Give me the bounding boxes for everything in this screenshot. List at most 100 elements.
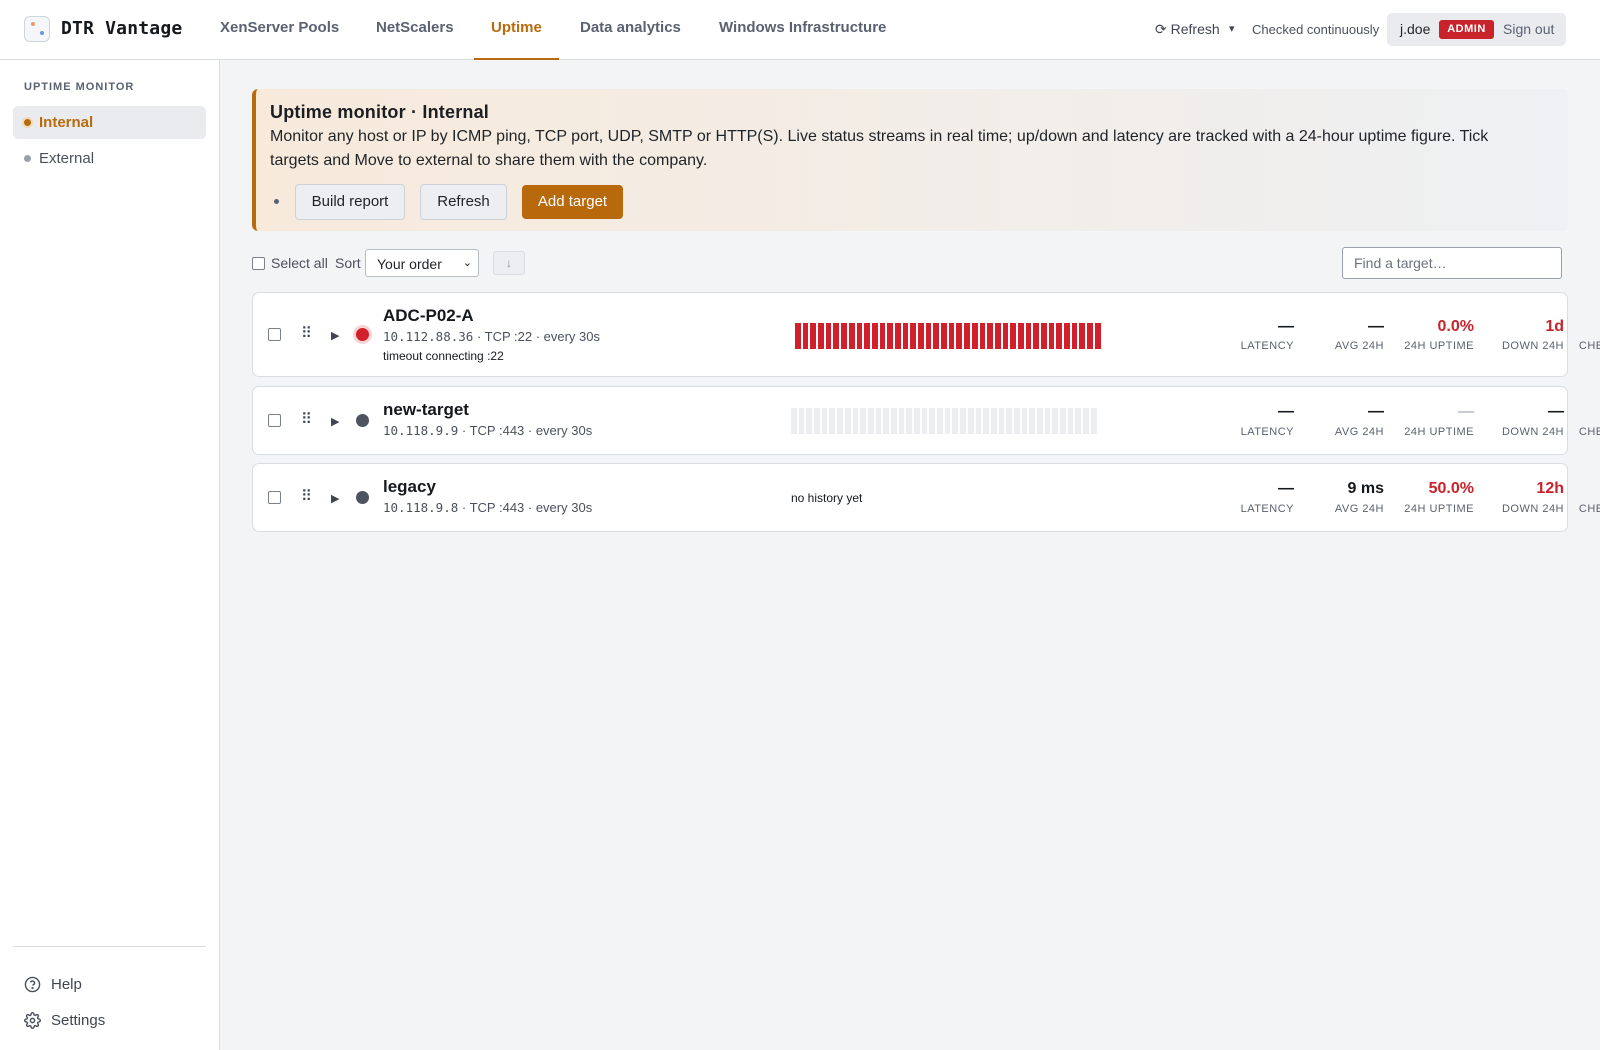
- select-all-checkbox[interactable]: [252, 257, 265, 270]
- add-target-button[interactable]: Add target: [522, 185, 623, 219]
- status-dot-icon: [356, 491, 369, 504]
- sidebar-item-label: External: [39, 150, 95, 167]
- history-segment: [1010, 323, 1016, 349]
- help-circle-icon: [24, 976, 41, 993]
- uptime-history-bar: [791, 408, 1097, 434]
- sort-select[interactable]: Your order ⌄: [365, 249, 479, 277]
- status-dot-icon: [356, 414, 369, 427]
- history-segment: [814, 408, 820, 434]
- history-segment: [818, 323, 824, 349]
- history-segment: [933, 323, 940, 349]
- history-segment: [910, 323, 916, 349]
- sign-out-link[interactable]: Sign out: [1503, 21, 1554, 37]
- history-segment: [902, 323, 909, 349]
- tab-data-analytics[interactable]: Data analytics: [563, 0, 698, 60]
- history-segment: [837, 408, 843, 434]
- history-segment: [967, 408, 974, 434]
- check-interval-label: Checked continuously: [1252, 22, 1380, 37]
- history-segment: [894, 323, 901, 349]
- history-segment: [990, 408, 997, 434]
- build-report-button[interactable]: Build report: [295, 184, 405, 220]
- history-segment: [1013, 408, 1020, 434]
- history-segment: [1060, 408, 1066, 434]
- history-segment: [975, 408, 982, 434]
- history-segment: [1056, 323, 1063, 349]
- history-segment: [887, 323, 893, 349]
- tab-netscalers[interactable]: NetScalers: [359, 0, 471, 60]
- sidebar-item-internal[interactable]: Internal: [13, 106, 206, 139]
- history-segment: [1029, 408, 1035, 434]
- search-input[interactable]: [1342, 247, 1562, 279]
- sort-direction-button[interactable]: ↓: [493, 251, 525, 275]
- status-dot-icon: [356, 328, 369, 341]
- drag-handle-icon[interactable]: ⠿: [301, 324, 312, 342]
- brand-name[interactable]: DTR Vantage: [61, 18, 182, 39]
- expand-icon[interactable]: ▶: [331, 415, 339, 428]
- history-segment: [890, 408, 897, 434]
- latency-value: —: [1278, 403, 1294, 420]
- banner-description: Monitor any host or IP by ICMP ping, TCP…: [270, 128, 1489, 169]
- history-segment: [802, 323, 809, 349]
- history-segment: [898, 408, 905, 434]
- expand-icon[interactable]: ▶: [331, 492, 339, 505]
- drag-handle-icon[interactable]: ⠿: [301, 410, 312, 428]
- tab-windows-infrastructure[interactable]: Windows Infrastructure: [702, 0, 903, 60]
- sidebar-heading: UPTIME MONITOR: [24, 81, 135, 93]
- logo-icon[interactable]: [24, 16, 50, 42]
- role-badge: ADMIN: [1439, 20, 1494, 39]
- target-card[interactable]: ⠿ ▶ legacy 10.118.9.8 · TCP :443 · every…: [252, 463, 1600, 532]
- target-card[interactable]: ⠿ ▶ new-target 10.118.9.9 · TCP :443 · e…: [252, 386, 1600, 455]
- tab-xenserver-pools[interactable]: XenServer Pools: [203, 0, 356, 60]
- avg-value: —: [1368, 403, 1384, 420]
- history-segment: [1044, 408, 1051, 434]
- expand-icon[interactable]: ▶: [331, 329, 339, 342]
- drag-handle-icon[interactable]: ⠿: [301, 487, 312, 505]
- history-segment: [1006, 408, 1012, 434]
- sidebar: UPTIME MONITOR Internal External Help Se…: [0, 60, 220, 1050]
- select-all-label[interactable]: Select all: [271, 255, 328, 271]
- target-name[interactable]: ADC-P02-A: [383, 306, 474, 326]
- topbar-refresh-button[interactable]: ⟳ Refresh: [1155, 21, 1220, 38]
- history-segment: [956, 323, 963, 349]
- history-segment: [1048, 323, 1055, 349]
- chevron-down-icon: ⌄: [462, 257, 472, 269]
- tab-uptime[interactable]: Uptime: [474, 0, 559, 60]
- chevron-down-icon[interactable]: ▾: [1229, 22, 1235, 35]
- user-name[interactable]: j.doe: [1400, 21, 1430, 37]
- target-name[interactable]: new-target: [383, 400, 469, 420]
- history-segment: [1087, 323, 1093, 349]
- target-details: · TCP :22 · every 30s: [476, 329, 601, 344]
- checks-label: CHECKS 24H: [1578, 426, 1600, 438]
- checks-label: CHECKS 24H: [1578, 503, 1600, 515]
- history-segment: [806, 408, 813, 434]
- target-name[interactable]: legacy: [383, 477, 436, 497]
- history-segment: [883, 408, 889, 434]
- history-segment: [1083, 408, 1089, 434]
- history-segment: [960, 408, 966, 434]
- history-segment: [810, 323, 817, 349]
- history-segment: [971, 323, 978, 349]
- refresh-button[interactable]: Refresh: [420, 184, 507, 220]
- user-menu: j.doe ADMIN Sign out: [1387, 13, 1566, 46]
- history-segment: [1094, 323, 1101, 349]
- target-details: · TCP :443 · every 30s: [461, 423, 593, 438]
- down-value: 12h: [1536, 480, 1564, 497]
- history-segment: [841, 323, 847, 349]
- dot-icon: [24, 155, 31, 162]
- target-checkbox[interactable]: [268, 491, 281, 504]
- history-segment: [918, 323, 924, 349]
- avg-value: —: [1368, 318, 1384, 335]
- target-card[interactable]: ⠿ ▶ ADC-P02-A 10.112.88.36 · TCP :22 · e…: [252, 292, 1600, 377]
- target-checkbox[interactable]: [268, 414, 281, 427]
- checks-value: 10: [1553, 480, 1600, 498]
- uptime-value: 0.0%: [1437, 318, 1474, 335]
- history-segment: [875, 408, 882, 434]
- sidebar-item-external[interactable]: External: [13, 142, 206, 175]
- history-segment: [833, 323, 840, 349]
- target-ip: 10.112.88.36: [383, 329, 474, 344]
- history-segment: [829, 408, 836, 434]
- target-checkbox[interactable]: [268, 328, 281, 341]
- history-segment: [821, 408, 828, 434]
- target-meta: 10.118.9.8 · TCP :443 · every 30s: [383, 500, 592, 515]
- top-bar: DTR Vantage XenServer Pools NetScalers U…: [0, 0, 1600, 60]
